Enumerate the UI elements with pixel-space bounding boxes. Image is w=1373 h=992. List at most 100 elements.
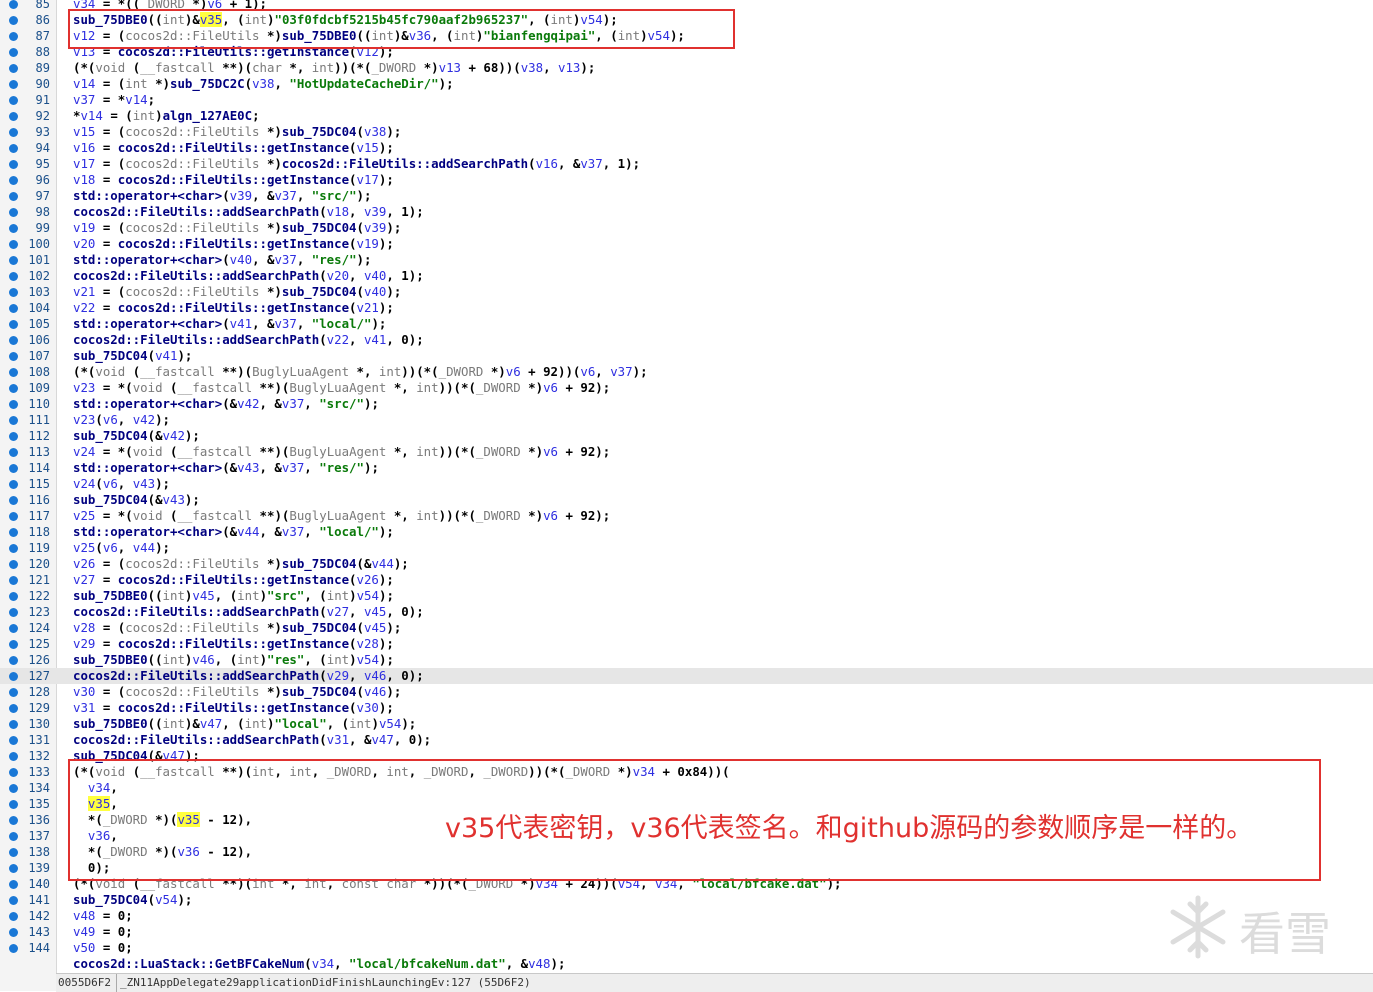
code-line[interactable]: 124 v28 = (cocos2d::FileUtils *)sub_75DC0… [0, 620, 1373, 636]
code-line[interactable]: 95 v17 = (cocos2d::FileUtils *)cocos2d::F… [0, 156, 1373, 172]
code-line[interactable]: 120 v26 = (cocos2d::FileUtils *)sub_75DC0… [0, 556, 1373, 572]
code-line[interactable]: 118 std::operator+<char>(&v44, &v37, "loc… [0, 524, 1373, 540]
code-text[interactable]: v22 = cocos2d::FileUtils::getInstance(v2… [73, 300, 394, 316]
breakpoint-dot-icon[interactable] [9, 240, 18, 249]
breakpoint-dot-icon[interactable] [9, 512, 18, 521]
breakpoint-dot-icon[interactable] [9, 160, 18, 169]
breakpoint-dot-icon[interactable] [9, 768, 18, 777]
code-line[interactable]: 121 v27 = cocos2d::FileUtils::getInstance… [0, 572, 1373, 588]
breakpoint-dot-icon[interactable] [9, 624, 18, 633]
breakpoint-dot-icon[interactable] [9, 304, 18, 313]
code-text[interactable]: std::operator+<char>(&v43, &v37, "res/")… [73, 460, 379, 476]
code-line[interactable]: 105 std::operator+<char>(v41, &v37, "loca… [0, 316, 1373, 332]
breakpoint-dot-icon[interactable] [9, 192, 18, 201]
code-text[interactable]: cocos2d::FileUtils::addSearchPath(v18, v… [73, 204, 424, 220]
code-line[interactable]: 113 v24 = *(void (__fastcall **)(BuglyLua… [0, 444, 1373, 460]
breakpoint-dot-icon[interactable] [9, 864, 18, 873]
breakpoint-dot-icon[interactable] [9, 848, 18, 857]
code-text[interactable]: *v14 = (int)algn_127AE0C; [73, 108, 260, 124]
breakpoint-dot-icon[interactable] [9, 784, 18, 793]
breakpoint-dot-icon[interactable] [9, 496, 18, 505]
breakpoint-dot-icon[interactable] [9, 816, 18, 825]
code-text[interactable]: sub_75DC04(&v43); [73, 492, 200, 508]
code-text[interactable]: v23(v6, v42); [73, 412, 170, 428]
breakpoint-dot-icon[interactable] [9, 912, 18, 921]
code-text[interactable]: (*(void (__fastcall **)(char *, int))(*(… [73, 60, 595, 76]
breakpoint-dot-icon[interactable] [9, 288, 18, 297]
breakpoint-dot-icon[interactable] [9, 80, 18, 89]
breakpoint-dot-icon[interactable] [9, 64, 18, 73]
code-text[interactable]: sub_75DC04(v54); [73, 892, 192, 908]
code-text[interactable]: cocos2d::LuaStack::GetBFCakeNum(v34, "lo… [73, 956, 565, 972]
code-text[interactable]: cocos2d::FileUtils::addSearchPath(v22, v… [73, 332, 424, 348]
code-text[interactable]: cocos2d::FileUtils::addSearchPath(v27, v… [73, 604, 424, 620]
code-text[interactable]: sub_75DC04(v41); [73, 348, 192, 364]
breakpoint-dot-icon[interactable] [9, 576, 18, 585]
code-text[interactable]: std::operator+<char>(v40, &v37, "res/"); [73, 252, 371, 268]
code-line[interactable]: 90 v14 = (int *)sub_75DC2C(v38, "HotUpdat… [0, 76, 1373, 92]
breakpoint-dot-icon[interactable] [9, 832, 18, 841]
breakpoint-dot-icon[interactable] [9, 656, 18, 665]
code-line[interactable]: 111 v23(v6, v42); [0, 412, 1373, 428]
breakpoint-dot-icon[interactable] [9, 128, 18, 137]
breakpoint-dot-icon[interactable] [9, 272, 18, 281]
code-text[interactable]: v23 = *(void (__fastcall **)(BuglyLuaAge… [73, 380, 610, 396]
code-text[interactable]: v29 = cocos2d::FileUtils::getInstance(v2… [73, 636, 394, 652]
code-line[interactable]: 125 v29 = cocos2d::FileUtils::getInstance… [0, 636, 1373, 652]
code-line[interactable]: 128 v30 = (cocos2d::FileUtils *)sub_75DC0… [0, 684, 1373, 700]
breakpoint-dot-icon[interactable] [9, 736, 18, 745]
code-line[interactable]: 117 v25 = *(void (__fastcall **)(BuglyLua… [0, 508, 1373, 524]
code-text[interactable]: v31 = cocos2d::FileUtils::getInstance(v3… [73, 700, 394, 716]
breakpoint-dot-icon[interactable] [9, 448, 18, 457]
code-text[interactable]: v15 = (cocos2d::FileUtils *)sub_75DC04(v… [73, 124, 401, 140]
breakpoint-dot-icon[interactable] [9, 176, 18, 185]
code-text[interactable]: sub_75DBE0((int)&v47, (int)"local", (int… [73, 716, 416, 732]
code-line[interactable]: 126 sub_75DBE0((int)v46, (int)"res", (int… [0, 652, 1373, 668]
code-text[interactable]: v24(v6, v43); [73, 476, 170, 492]
code-line[interactable]: 119 v25(v6, v44); [0, 540, 1373, 556]
code-text[interactable]: v49 = 0; [73, 924, 133, 940]
breakpoint-dot-icon[interactable] [9, 944, 18, 953]
code-text[interactable]: cocos2d::FileUtils::addSearchPath(v31, &… [73, 732, 431, 748]
code-line[interactable]: 91 v37 = *v14; [0, 92, 1373, 108]
breakpoint-dot-icon[interactable] [9, 144, 18, 153]
code-line[interactable]: 100 v20 = cocos2d::FileUtils::getInstance… [0, 236, 1373, 252]
code-line[interactable]: 89 (*(void (__fastcall **)(char *, int))(… [0, 60, 1373, 76]
code-text[interactable]: v27 = cocos2d::FileUtils::getInstance(v2… [73, 572, 394, 588]
breakpoint-dot-icon[interactable] [9, 752, 18, 761]
code-line[interactable]: 122 sub_75DBE0((int)v45, (int)"src", (int… [0, 588, 1373, 604]
breakpoint-dot-icon[interactable] [9, 432, 18, 441]
code-line[interactable]: 98 cocos2d::FileUtils::addSearchPath(v18,… [0, 204, 1373, 220]
code-text[interactable]: sub_75DC04(&v42); [73, 428, 200, 444]
code-line[interactable]: 92 *v14 = (int)algn_127AE0C; [0, 108, 1373, 124]
code-text[interactable]: v17 = (cocos2d::FileUtils *)cocos2d::Fil… [73, 156, 640, 172]
breakpoint-dot-icon[interactable] [9, 112, 18, 121]
code-line[interactable]: 114 std::operator+<char>(&v43, &v37, "res… [0, 460, 1373, 476]
code-text[interactable]: std::operator+<char>(&v42, &v37, "src/")… [73, 396, 379, 412]
code-text[interactable]: v28 = (cocos2d::FileUtils *)sub_75DC04(v… [73, 620, 401, 636]
code-text[interactable]: sub_75DBE0((int)v46, (int)"res", (int)v5… [73, 652, 394, 668]
breakpoint-dot-icon[interactable] [9, 608, 18, 617]
code-text[interactable]: v24 = *(void (__fastcall **)(BuglyLuaAge… [73, 444, 610, 460]
code-text[interactable]: (*(void (__fastcall **)(BuglyLuaAgent *,… [73, 364, 648, 380]
code-line[interactable]: 127 cocos2d::FileUtils::addSearchPath(v29… [0, 668, 1373, 684]
code-text[interactable]: v30 = (cocos2d::FileUtils *)sub_75DC04(v… [73, 684, 401, 700]
code-text[interactable]: v25(v6, v44); [73, 540, 170, 556]
code-text[interactable]: sub_75DBE0((int)v45, (int)"src", (int)v5… [73, 588, 394, 604]
code-line[interactable]: 110 std::operator+<char>(&v42, &v37, "src… [0, 396, 1373, 412]
code-text[interactable]: cocos2d::FileUtils::addSearchPath(v29, v… [73, 668, 424, 684]
code-text[interactable]: v19 = (cocos2d::FileUtils *)sub_75DC04(v… [73, 220, 401, 236]
breakpoint-dot-icon[interactable] [9, 720, 18, 729]
code-line[interactable]: 94 v16 = cocos2d::FileUtils::getInstance(… [0, 140, 1373, 156]
code-text[interactable]: v14 = (int *)sub_75DC2C(v38, "HotUpdateC… [73, 76, 454, 92]
code-text[interactable]: v18 = cocos2d::FileUtils::getInstance(v1… [73, 172, 394, 188]
code-text[interactable]: v50 = 0; [73, 940, 133, 956]
code-text[interactable]: v20 = cocos2d::FileUtils::getInstance(v1… [73, 236, 394, 252]
breakpoint-dot-icon[interactable] [9, 48, 18, 57]
breakpoint-dot-icon[interactable] [9, 544, 18, 553]
code-text[interactable]: std::operator+<char>(v41, &v37, "local/"… [73, 316, 386, 332]
code-line[interactable]: 107 sub_75DC04(v41); [0, 348, 1373, 364]
code-text[interactable]: v21 = (cocos2d::FileUtils *)sub_75DC04(v… [73, 284, 401, 300]
code-line[interactable]: 106 cocos2d::FileUtils::addSearchPath(v22… [0, 332, 1373, 348]
breakpoint-dot-icon[interactable] [9, 560, 18, 569]
